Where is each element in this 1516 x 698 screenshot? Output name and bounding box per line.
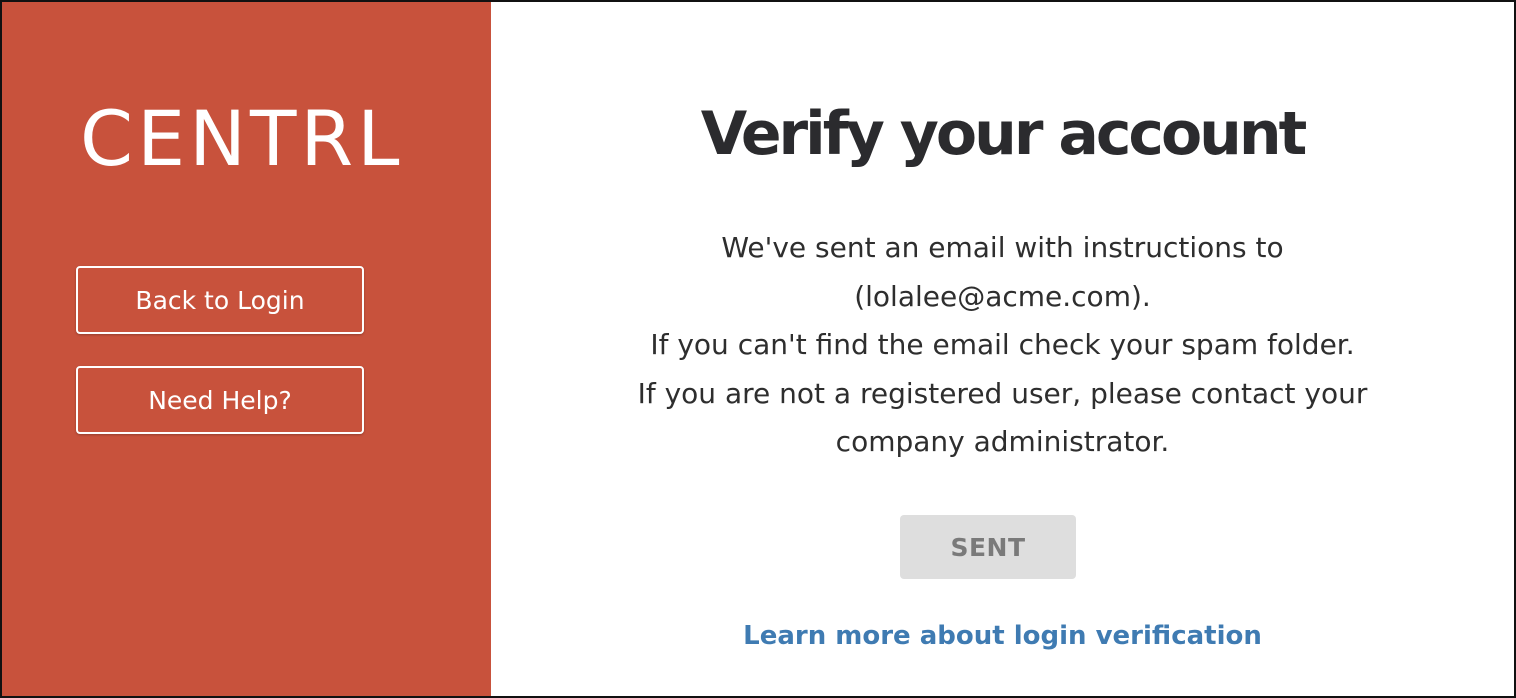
back-to-login-button[interactable]: Back to Login (76, 266, 364, 334)
message-line: company administrator. (835, 425, 1170, 458)
main-panel: Verify your account We've sent an email … (491, 2, 1514, 696)
verification-message: We've sent an email with instructions to… (531, 224, 1474, 467)
page-frame: CENTRL Back to Login Need Help? Verify y… (0, 0, 1516, 698)
message-line: If you are not a registered user, please… (637, 376, 1368, 410)
centrl-logo: CENTRL (80, 94, 404, 183)
learn-more-link[interactable]: Learn more about login verification (491, 616, 1514, 656)
message-line: If you can't find the email check your s… (650, 328, 1355, 361)
sent-button[interactable]: SENT (900, 515, 1076, 579)
page-title: Verify your account (700, 99, 1308, 169)
message-line: We've sent an email with instructions to (721, 231, 1284, 264)
sidebar: CENTRL Back to Login Need Help? (2, 2, 491, 696)
need-help-button[interactable]: Need Help? (76, 366, 364, 434)
email-address: (lolalee@acme.com). (854, 279, 1151, 313)
